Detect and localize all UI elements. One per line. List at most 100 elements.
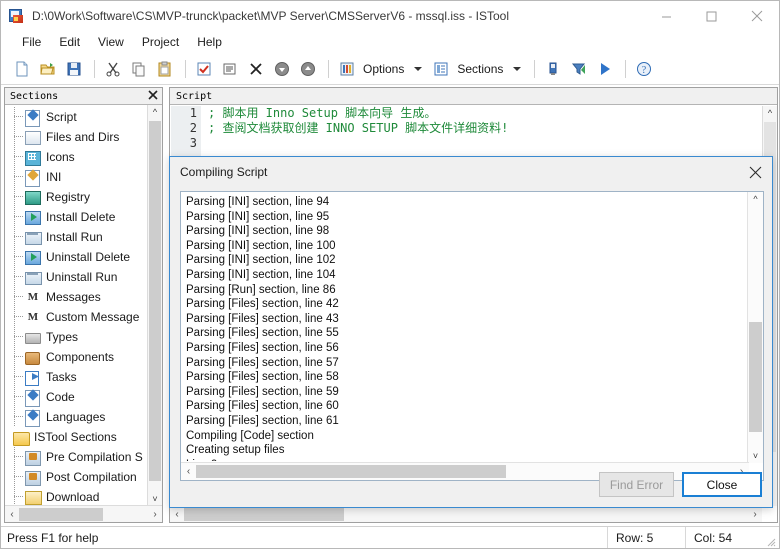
build-funnel-icon[interactable]: [567, 57, 591, 81]
chevron-down-icon[interactable]: [513, 66, 522, 71]
log-line: Line 0:: [186, 458, 734, 461]
options-dropdown[interactable]: Options: [335, 57, 429, 81]
toolbar: Options Sections ?: [1, 53, 779, 85]
scroll-up-icon[interactable]: ^: [763, 106, 777, 120]
tree-connector: [13, 267, 25, 287]
editor-title: Script: [176, 90, 213, 102]
menu-item-project[interactable]: Project: [133, 32, 188, 52]
scrollbar-thumb[interactable]: [196, 465, 506, 478]
log-vertical-scrollbar[interactable]: ^ ˅: [747, 192, 763, 463]
sidebar-item-install-delete[interactable]: Install Delete: [5, 207, 162, 227]
resize-grip[interactable]: [763, 527, 779, 549]
compile-icon[interactable]: [541, 57, 565, 81]
sidebar-item-files-and-dirs[interactable]: Files and Dirs: [5, 127, 162, 147]
sections-horizontal-scrollbar[interactable]: ‹ ›: [5, 505, 162, 522]
arrow-up-circle-icon[interactable]: [296, 57, 320, 81]
sidebar-item-pre-compilation[interactable]: Pre Compilation S: [5, 447, 162, 467]
menu-item-view[interactable]: View: [89, 32, 133, 52]
install-run-icon: [25, 229, 42, 245]
sidebar-item-messages[interactable]: M Messages: [5, 287, 162, 307]
sidebar-item-download[interactable]: Download: [5, 487, 162, 506]
log-line: Parsing [Files] section, line 58: [186, 371, 339, 384]
sidebar-item-label: Components: [46, 350, 115, 364]
sections-tree[interactable]: Script Files and Dirs Icons INI Registry…: [5, 105, 162, 506]
compile-log-box[interactable]: Parsing [INI] section, line 94 Parsing […: [180, 191, 764, 481]
sidebar-item-types[interactable]: Types: [5, 327, 162, 347]
arrow-down-circle-icon[interactable]: [270, 57, 294, 81]
help-question-icon[interactable]: ?: [632, 57, 656, 81]
run-play-icon[interactable]: [593, 57, 617, 81]
sidebar-item-post-compilation[interactable]: Post Compilation: [5, 467, 162, 487]
scroll-up-icon[interactable]: ^: [148, 105, 162, 119]
sections-vertical-scrollbar[interactable]: ^ ˅: [147, 105, 162, 506]
scrollbar-thumb[interactable]: [149, 121, 161, 481]
close-icon[interactable]: [734, 1, 779, 31]
save-disk-icon[interactable]: [62, 57, 86, 81]
sidebar-item-languages[interactable]: Languages: [5, 407, 162, 427]
close-button[interactable]: Close: [682, 472, 762, 497]
scroll-left-icon[interactable]: ‹: [5, 509, 19, 520]
scroll-up-icon[interactable]: ^: [748, 192, 763, 206]
download-icon: [25, 489, 42, 505]
find-error-button[interactable]: Find Error: [599, 472, 674, 497]
scroll-left-icon[interactable]: ‹: [181, 466, 196, 477]
sidebar-item-istool-sections[interactable]: ISTool Sections: [5, 427, 162, 447]
menu-item-file[interactable]: File: [13, 32, 50, 52]
close-icon[interactable]: [740, 159, 770, 185]
maximize-icon[interactable]: [689, 1, 734, 31]
menu-item-help[interactable]: Help: [188, 32, 231, 52]
sidebar-item-registry[interactable]: Registry: [5, 187, 162, 207]
copy-icon[interactable]: [127, 57, 151, 81]
sidebar-item-custom-message[interactable]: M Custom Message: [5, 307, 162, 327]
scrollbar-thumb[interactable]: [19, 507, 103, 521]
sidebar-item-label: Types: [46, 330, 79, 344]
status-row: Row: 5: [607, 526, 685, 548]
close-icon[interactable]: [148, 89, 158, 103]
chevron-down-icon[interactable]: [414, 66, 423, 71]
scroll-down-icon[interactable]: ˅: [148, 492, 162, 506]
checkbox-red-check-icon[interactable]: [192, 57, 216, 81]
sidebar-item-label: Uninstall Delete: [46, 250, 131, 264]
scroll-right-icon[interactable]: ›: [748, 509, 762, 520]
compile-log-list[interactable]: Parsing [INI] section, line 94 Parsing […: [182, 193, 734, 461]
sidebar-item-icons[interactable]: Icons: [5, 147, 162, 167]
post-compilation-icon: [25, 469, 41, 486]
scissors-icon[interactable]: [101, 57, 125, 81]
minimize-icon[interactable]: [644, 1, 689, 31]
sidebar-item-install-run[interactable]: Install Run: [5, 227, 162, 247]
log-line: Parsing [Files] section, line 60: [186, 400, 339, 413]
sections-dropdown[interactable]: Sections: [429, 57, 528, 81]
options-label: Options: [363, 61, 405, 76]
sidebar-item-code[interactable]: Code: [5, 387, 162, 407]
dialog-title: Compiling Script: [180, 165, 268, 179]
x-delete-icon[interactable]: [244, 57, 268, 81]
scrollbar-thumb[interactable]: [749, 322, 762, 432]
sidebar-item-uninstall-run[interactable]: Uninstall Run: [5, 267, 162, 287]
log-line: Parsing [INI] section, line 98: [186, 225, 330, 238]
tree-connector: [13, 287, 25, 307]
open-folder-icon[interactable]: [36, 57, 60, 81]
scroll-left-icon[interactable]: ‹: [170, 509, 184, 520]
sidebar-item-uninstall-delete[interactable]: Uninstall Delete: [5, 247, 162, 267]
status-col: Col: 54: [685, 526, 763, 548]
code-line: 3: [171, 136, 763, 151]
line-number: 2: [189, 121, 197, 135]
script-icon: [25, 109, 41, 127]
new-file-icon[interactable]: [10, 57, 34, 81]
sidebar-item-tasks[interactable]: Tasks: [5, 367, 162, 387]
sidebar-item-components[interactable]: Components: [5, 347, 162, 367]
scroll-right-icon[interactable]: ›: [148, 509, 162, 520]
log-line: Parsing [INI] section, line 102: [186, 254, 336, 267]
tree-connector: [13, 167, 25, 187]
line-text: [201, 136, 208, 151]
istool-app-icon: [9, 8, 25, 24]
lines-edit-icon[interactable]: [218, 57, 242, 81]
sidebar-item-ini[interactable]: INI: [5, 167, 162, 187]
scrollbar-thumb[interactable]: [184, 507, 344, 521]
code-icon: [25, 389, 41, 407]
sidebar-item-script[interactable]: Script: [5, 107, 162, 127]
menu-item-edit[interactable]: Edit: [50, 32, 89, 52]
tree-connector: [13, 387, 25, 407]
clipboard-paste-icon[interactable]: [153, 57, 177, 81]
scroll-down-icon[interactable]: ˅: [748, 449, 763, 463]
